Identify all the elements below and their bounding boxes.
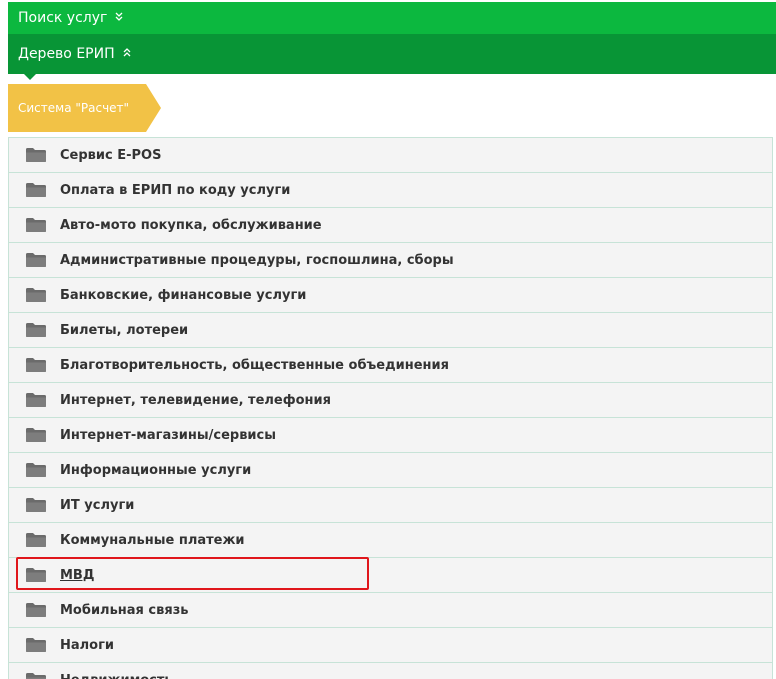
folder-icon [26, 323, 46, 337]
category-item-16[interactable]: Недвижимость [8, 663, 773, 679]
erip-tree-label: Дерево ЕРИП [18, 46, 115, 62]
category-label: Банковские, финансовые услуги [60, 287, 307, 303]
category-item-9[interactable]: Интернет-магазины/сервисы [8, 418, 773, 453]
folder-icon [26, 603, 46, 617]
category-item-3[interactable]: Авто-мото покупка, обслуживание [8, 208, 773, 243]
category-item-13[interactable]: МВД [8, 558, 773, 593]
search-services-toggle[interactable]: Поиск услуг [8, 0, 776, 34]
breadcrumb-raschet[interactable]: Система "Расчет" [8, 84, 161, 132]
chevron-double-down-icon [115, 12, 123, 24]
category-item-6[interactable]: Билеты, лотереи [8, 313, 773, 348]
category-label: Административные процедуры, госпошлина, … [60, 252, 454, 268]
category-label: Недвижимость [60, 673, 173, 679]
category-label: ИТ услуги [60, 497, 135, 513]
category-label: МВД [60, 567, 95, 583]
category-item-5[interactable]: Банковские, финансовые услуги [8, 278, 773, 313]
category-label: Налоги [60, 637, 115, 653]
category-item-1[interactable]: Сервис E-POS [8, 138, 773, 173]
chevron-double-up-icon [123, 48, 131, 60]
folder-icon [26, 428, 46, 442]
category-label: Благотворительность, общественные объеди… [60, 357, 449, 373]
category-label: Авто-мото покупка, обслуживание [60, 217, 322, 233]
category-list: Сервис E-POS Оплата в ЕРИП по коду услуг… [8, 137, 773, 679]
erip-tree-toggle[interactable]: Дерево ЕРИП [8, 34, 776, 80]
folder-icon [26, 288, 46, 302]
category-label: Интернет, телевидение, телефония [60, 392, 331, 408]
folder-icon [26, 358, 46, 372]
folder-icon [26, 148, 46, 162]
category-item-2[interactable]: Оплата в ЕРИП по коду услуги [8, 173, 773, 208]
search-services-label: Поиск услуг [18, 10, 108, 26]
folder-icon [26, 568, 46, 582]
category-item-15[interactable]: Налоги [8, 628, 773, 663]
folder-icon [26, 183, 46, 197]
category-item-12[interactable]: Коммунальные платежи [8, 523, 773, 558]
category-label: Сервис E-POS [60, 147, 162, 163]
category-item-14[interactable]: Мобильная связь [8, 593, 773, 628]
category-item-8[interactable]: Интернет, телевидение, телефония [8, 383, 773, 418]
category-label: Информационные услуги [60, 462, 252, 478]
category-label: Интернет-магазины/сервисы [60, 427, 276, 443]
category-label: Оплата в ЕРИП по коду услуги [60, 182, 291, 198]
folder-icon [26, 218, 46, 232]
category-label: Мобильная связь [60, 602, 189, 618]
category-item-7[interactable]: Благотворительность, общественные объеди… [8, 348, 773, 383]
folder-icon [26, 463, 46, 477]
folder-icon [26, 393, 46, 407]
breadcrumb-label: Система "Расчет" [18, 101, 130, 115]
category-label: Билеты, лотереи [60, 322, 189, 338]
folder-icon [26, 638, 46, 652]
category-item-4[interactable]: Административные процедуры, госпошлина, … [8, 243, 773, 278]
folder-icon [26, 253, 46, 267]
folder-icon [26, 673, 46, 679]
category-label: Коммунальные платежи [60, 532, 245, 548]
folder-icon [26, 498, 46, 512]
category-item-10[interactable]: Информационные услуги [8, 453, 773, 488]
folder-icon [26, 533, 46, 547]
category-item-11[interactable]: ИТ услуги [8, 488, 773, 523]
